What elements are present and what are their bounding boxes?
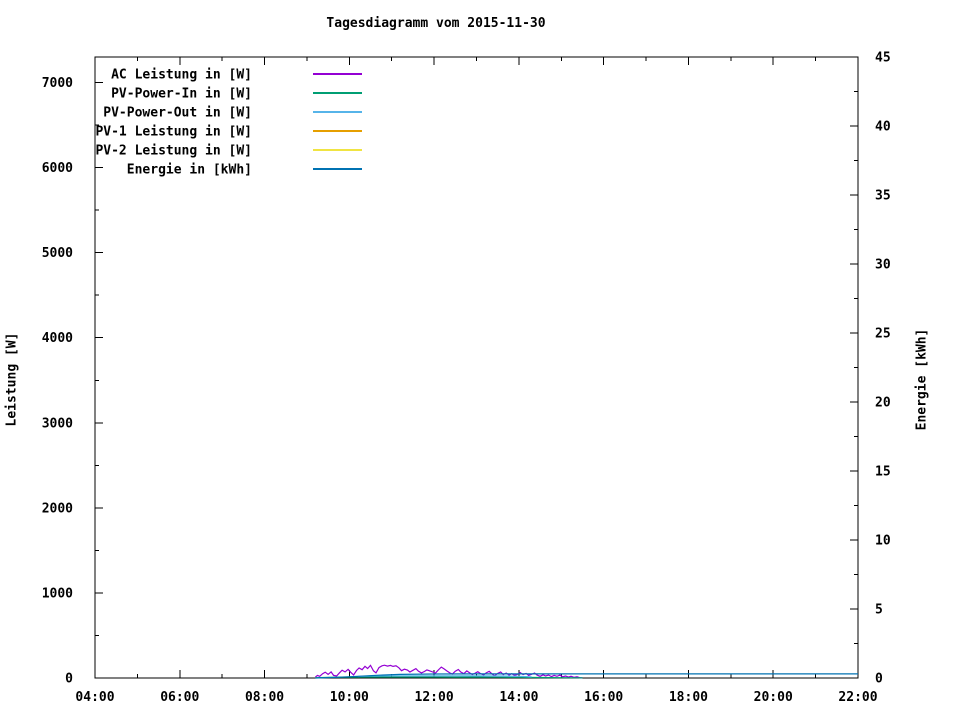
x-tick-label: 04:00	[75, 690, 114, 705]
y-left-tick-label: 2000	[42, 501, 73, 516]
y-right-tick-label: 30	[875, 258, 891, 273]
legend-label-ac-leistung-in-w: AC Leistung in [W]	[111, 68, 252, 83]
y-right-tick-label: 0	[875, 672, 883, 687]
y-left-tick-label: 1000	[42, 586, 73, 601]
y-left-tick-label: 5000	[42, 246, 73, 261]
x-tick-label: 14:00	[499, 690, 538, 705]
y-right-tick-label: 15	[875, 465, 891, 480]
x-tick-label: 10:00	[330, 690, 369, 705]
y-right-tick-label: 40	[875, 120, 891, 135]
y-left-tick-label: 6000	[42, 161, 73, 176]
x-tick-label: 08:00	[245, 690, 284, 705]
y-right-tick-label: 25	[875, 327, 891, 342]
y-right-tick-label: 20	[875, 396, 891, 411]
legend-label-pv-power-out-in-w: PV-Power-Out in [W]	[103, 106, 252, 121]
x-tick-label: 16:00	[584, 690, 623, 705]
y-right-tick-label: 5	[875, 603, 883, 618]
chart-page: Tagesdiagramm vom 2015-11-30 Leistung [W…	[0, 0, 960, 720]
x-tick-label: 20:00	[754, 690, 793, 705]
legend-label-energie-in-kwh: Energie in [kWh]	[127, 163, 252, 178]
x-tick-label: 06:00	[160, 690, 199, 705]
y-left-tick-label: 7000	[42, 76, 73, 91]
legend-label-pv-2-leistung-in-w: PV-2 Leistung in [W]	[95, 144, 252, 159]
x-tick-label: 22:00	[838, 690, 877, 705]
y-left-tick-label: 4000	[42, 331, 73, 346]
y-right-tick-label: 10	[875, 534, 891, 549]
y-left-tick-label: 3000	[42, 416, 73, 431]
chart-canvas: 04:00 06:00 08:00 10:00 12:00 14:00 16:00 18:00…	[42, 51, 891, 706]
y-right-tick-label: 45	[875, 51, 891, 66]
y-right-tick-label: 35	[875, 189, 891, 204]
x-tick-label: 18:00	[669, 690, 708, 705]
y-left-tick-label: 0	[65, 672, 73, 687]
legend-label-pv-power-in-in-w: PV-Power-In in [W]	[111, 87, 252, 102]
x-tick-label: 12:00	[415, 690, 454, 705]
legend-label-pv-1-leistung-in-w: PV-1 Leistung in [W]	[95, 125, 252, 140]
